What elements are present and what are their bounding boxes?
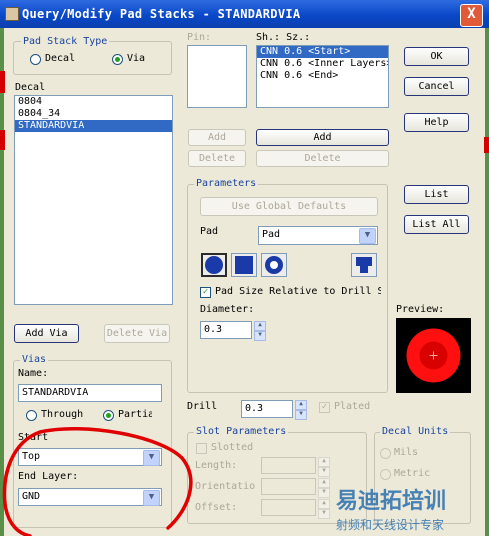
decal-list[interactable]: 0804 0804_34 STANDARDVIA: [14, 95, 173, 305]
radio-via-label: Via: [127, 53, 146, 64]
radio-metric[interactable]: [380, 469, 391, 480]
ok-button[interactable]: OK: [404, 47, 469, 66]
radio-mils[interactable]: [380, 448, 391, 459]
spin-up-icon[interactable]: ▲: [318, 457, 330, 467]
spin-down-icon[interactable]: ▼: [318, 488, 330, 498]
radio-decal-label: Decal: [45, 53, 76, 64]
round-shape-button[interactable]: [201, 253, 227, 277]
spin-up-icon[interactable]: ▲: [318, 478, 330, 488]
annotation-circle: [2, 426, 193, 536]
diameter-spinner[interactable]: ▲ ▼: [254, 321, 266, 341]
radio-decal[interactable]: [30, 54, 41, 65]
help-button[interactable]: Help: [404, 113, 469, 132]
list-item[interactable]: CNN 0.6 <Start>: [257, 46, 388, 58]
pad-size-relative-label: Pad Size Relative to Drill Size: [215, 286, 381, 297]
thermal-pad-icon: [356, 257, 372, 273]
slot-offset-field[interactable]: [261, 499, 316, 516]
spin-up-icon[interactable]: ▲: [318, 499, 330, 509]
diameter-field[interactable]: 0.3: [200, 321, 252, 339]
square-pad-icon: [235, 256, 253, 274]
slot-offset-spinner[interactable]: ▲ ▼: [318, 499, 330, 519]
list-item[interactable]: CNN 0.6 <Inner Layers>: [257, 58, 388, 70]
spin-down-icon[interactable]: ▼: [318, 467, 330, 477]
annular-pad-icon: [265, 256, 283, 274]
window-title: Query/Modify Pad Stacks - STANDARDVIA: [22, 7, 301, 21]
pad-type-value: Pad: [262, 229, 281, 240]
close-button[interactable]: X: [460, 4, 483, 27]
pin-label: Pin:: [187, 32, 212, 43]
watermark-text: 易迪拓培训: [336, 489, 447, 514]
pin-list[interactable]: [187, 45, 247, 108]
drill-label: Drill: [187, 401, 218, 412]
via-name-field[interactable]: STANDARDVIA: [18, 384, 162, 402]
slot-length-field[interactable]: [261, 457, 316, 474]
radio-via[interactable]: [112, 54, 123, 65]
annotation-mark: [0, 71, 5, 93]
spin-down-icon[interactable]: ▼: [318, 509, 330, 519]
spin-up-icon[interactable]: ▲: [254, 321, 266, 331]
decal-label: Decal: [15, 82, 46, 93]
annular-shape-button[interactable]: [261, 253, 287, 277]
drill-field[interactable]: 0.3: [241, 400, 293, 418]
radio-metric-label: Metric: [394, 468, 431, 479]
pad-type-select[interactable]: Pad ▼: [258, 226, 378, 245]
pad-size-relative-checkbox[interactable]: ✓: [200, 287, 211, 298]
pad-label: Pad: [200, 226, 219, 237]
preview-label: Preview:: [396, 304, 445, 315]
title-bar: Query/Modify Pad Stacks - STANDARDVIA X: [0, 0, 489, 28]
list-all-button[interactable]: List All: [404, 215, 469, 234]
slot-orientation-field[interactable]: [261, 478, 316, 495]
pad-shape-list[interactable]: CNN 0.6 <Start> CNN 0.6 <Inner Layers> C…: [256, 45, 389, 108]
via-preview-icon: [406, 328, 461, 383]
drill-spinner[interactable]: ▲ ▼: [295, 400, 307, 420]
add-via-button[interactable]: Add Via: [14, 324, 79, 343]
add-layer-button[interactable]: Add: [256, 129, 389, 146]
spin-down-icon[interactable]: ▼: [295, 410, 307, 420]
chevron-down-icon[interactable]: ▼: [359, 228, 376, 244]
use-global-defaults-button[interactable]: Use Global Defaults: [200, 197, 378, 216]
sh-sz-label: Sh.: Sz.:: [256, 32, 311, 43]
list-button[interactable]: List: [404, 185, 469, 204]
plated-label: Plated: [334, 401, 371, 412]
watermark-subtext: 射频和天线设计专家: [336, 518, 445, 532]
annotation-mark: [484, 137, 489, 153]
delete-layer-button[interactable]: Delete: [256, 150, 389, 167]
slot-orientation-spinner[interactable]: ▲ ▼: [318, 478, 330, 498]
delete-via-button[interactable]: Delete Via: [104, 324, 170, 343]
round-pad-icon: [205, 256, 223, 274]
cancel-button[interactable]: Cancel: [404, 77, 469, 96]
annotation-mark: [0, 130, 5, 150]
list-item[interactable]: STANDARDVIA: [15, 120, 172, 132]
slot-length-label: Length:: [195, 460, 238, 471]
right-border: [485, 28, 489, 536]
slot-length-spinner[interactable]: ▲ ▼: [318, 457, 330, 477]
diameter-label: Diameter:: [200, 304, 255, 315]
pad-preview: [396, 318, 471, 393]
vias-label: Vias: [20, 354, 49, 365]
plated-checkbox[interactable]: ✓: [319, 402, 330, 413]
slot-offset-label: Offset:: [195, 502, 238, 513]
slotted-label: Slotted: [211, 442, 254, 453]
decal-units-label: Decal Units: [380, 426, 451, 437]
spin-up-icon[interactable]: ▲: [295, 400, 307, 410]
list-item[interactable]: 0804: [15, 96, 172, 108]
delete-pin-button[interactable]: Delete: [188, 150, 246, 167]
special-shape-button[interactable]: [351, 253, 377, 277]
slot-parameters-label: Slot Parameters: [194, 426, 289, 437]
parameters-label: Parameters: [194, 178, 259, 189]
add-pin-button[interactable]: Add: [188, 129, 246, 146]
list-item[interactable]: CNN 0.6 <End>: [257, 70, 388, 82]
via-name-label: Name:: [18, 368, 49, 379]
spin-down-icon[interactable]: ▼: [254, 331, 266, 341]
list-item[interactable]: 0804_34: [15, 108, 172, 120]
radio-mils-label: Mils: [394, 447, 419, 458]
square-shape-button[interactable]: [231, 253, 257, 277]
app-icon: [5, 7, 19, 21]
slot-orientation-label: Orientation:: [195, 481, 255, 492]
pad-stack-type-label: Pad Stack Type: [21, 36, 110, 47]
